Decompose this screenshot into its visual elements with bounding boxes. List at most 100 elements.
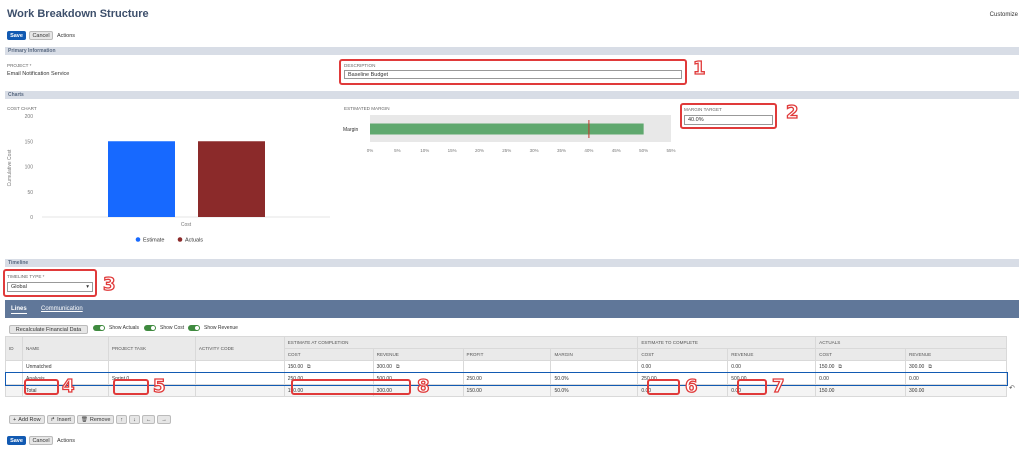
arrow-down-icon: ↓ [133, 416, 136, 423]
highlight-box-3 [3, 269, 97, 297]
indent-button[interactable]: → [157, 415, 171, 424]
eac-revenue-cell[interactable]: 300.00 ⧉ [372, 360, 464, 373]
etc-revenue-cell[interactable]: 0.00 [727, 360, 817, 373]
row-task-cell[interactable] [107, 360, 196, 373]
actions-menu-bottom[interactable]: Actions [57, 438, 75, 444]
row-id-cell [5, 360, 23, 373]
show-revenue-label: Show Revenue [204, 325, 238, 331]
x-tick-label: 30% [530, 148, 539, 153]
row-action-toolbar: + Add Row ↱ Insert 🗑 Remove ↑ ↓ ← → [9, 415, 171, 424]
annotation-number-4: 4 [61, 375, 75, 397]
show-actuals-toggle[interactable]: Show Actuals [93, 325, 139, 331]
tab-lines[interactable]: Lines [11, 306, 27, 314]
external-link-icon[interactable]: ⧉ [838, 364, 842, 370]
eac-revenue-value: 300.00 [376, 363, 392, 370]
outdent-button[interactable]: ← [141, 415, 156, 424]
y-tick-label: 50 [27, 190, 33, 196]
profit-cell: 150.00 [462, 384, 552, 397]
y-axis-label: Cumulative Cost [7, 149, 13, 186]
actuals-revenue-cell: 300.00 [905, 384, 1007, 397]
x-tick-label: 50% [639, 148, 648, 153]
x-tick-label: 0% [367, 148, 374, 153]
move-up-button[interactable]: ↑ [116, 415, 128, 424]
col-header-eac-revenue[interactable]: REVENUE [372, 348, 464, 361]
section-primary-info[interactable]: Primary Information [5, 47, 1019, 55]
annotation-number-3: 3 [102, 273, 116, 295]
external-link-icon[interactable]: ⧉ [307, 364, 311, 370]
actuals-revenue-cell: 300.00 ⧉ [905, 360, 1007, 373]
profit-cell: 250.00 [462, 372, 552, 385]
insert-button[interactable]: ↱ Insert [46, 415, 75, 424]
annotation-number-2: 2 [785, 101, 799, 123]
legend-label-estimate: Estimate [143, 238, 164, 244]
eac-cost-cell[interactable]: 150.00 ⧉ [283, 360, 374, 373]
project-value: Email Notification Service [7, 71, 70, 77]
col-header-activity-code[interactable]: ACTIVITY CODE [194, 336, 285, 361]
highlight-box-1 [339, 59, 687, 85]
move-down-button[interactable]: ↓ [129, 415, 140, 424]
legend-swatch-actuals [177, 237, 183, 242]
recalculate-button[interactable]: Recalculate Financial Data [9, 325, 88, 334]
row-activity-cell[interactable] [194, 372, 285, 385]
table-header-row: ID NAME PROJECT TASK ACTIVITY CODE ESTIM… [5, 336, 1007, 361]
col-header-id[interactable]: ID [5, 336, 23, 361]
row-activity-cell[interactable] [194, 360, 285, 373]
annotation-number-7: 7 [771, 375, 785, 397]
y-tick-label: 100 [25, 165, 34, 171]
margin-cell [550, 360, 639, 373]
x-tick-label: Cost [181, 222, 192, 228]
col-header-profit[interactable]: PROFIT [462, 348, 552, 361]
toggle-switch-icon [188, 325, 200, 331]
x-tick-label: 5% [394, 148, 401, 153]
y-tick-label: 200 [25, 114, 34, 120]
col-header-eac-cost[interactable]: COST [283, 348, 374, 361]
save-button-bottom[interactable]: Save [7, 436, 26, 445]
highlight-box-5 [113, 379, 149, 395]
toggle-switch-icon [93, 325, 105, 331]
col-header-actuals-cost[interactable]: COST [815, 348, 907, 361]
margin-cell: 50.0% [550, 384, 639, 397]
annotation-number-8: 8 [416, 375, 430, 397]
save-button[interactable]: Save [7, 31, 26, 40]
customize-link[interactable]: Customize [990, 12, 1018, 18]
show-revenue-toggle[interactable]: Show Revenue [188, 325, 238, 331]
add-row-label: Add Row [18, 416, 41, 423]
section-timeline[interactable]: Timeline [5, 259, 1019, 267]
insert-arrow-icon: ↱ [50, 416, 56, 423]
group-header-eac: ESTIMATE AT COMPLETION [283, 336, 639, 349]
add-row-button[interactable]: + Add Row [9, 415, 45, 424]
cancel-button-bottom[interactable]: Cancel [29, 436, 53, 445]
external-link-icon[interactable]: ⧉ [928, 364, 932, 370]
highlight-box-4 [24, 379, 59, 395]
cost-chart: 200 150 100 50 0 Cumulative Cost Cost Estimate A… [7, 114, 330, 244]
external-link-icon[interactable]: ⧉ [396, 364, 400, 370]
margin-bar [370, 123, 644, 135]
undo-row-icon[interactable]: ↶ [1009, 384, 1015, 392]
remove-button[interactable]: 🗑 Remove [76, 415, 115, 424]
col-header-etc-cost[interactable]: COST [637, 348, 729, 361]
section-charts[interactable]: Charts [5, 91, 1019, 99]
page-title: Work Breakdown Structure [7, 8, 149, 20]
etc-cost-cell[interactable]: 0.00 [637, 360, 729, 373]
highlight-box-8 [291, 379, 411, 395]
project-label: PROJECT * [7, 63, 32, 68]
annotation-number-1: 1 [692, 57, 706, 79]
group-header-actuals: ACTUALS [815, 336, 1007, 349]
col-header-name[interactable]: NAME [21, 336, 109, 361]
actions-menu[interactable]: Actions [57, 33, 75, 39]
highlight-box-6 [647, 379, 680, 395]
row-name-cell[interactable]: Unmatched [21, 360, 109, 373]
cancel-button[interactable]: Cancel [29, 31, 53, 40]
actuals-cost-value: 150.00 [819, 363, 835, 370]
table-row[interactable]: Unmatched 150.00 ⧉ 300.00 ⧉ 0.00 0.00 150.… [5, 360, 1007, 373]
tab-communication[interactable]: Communication [41, 306, 83, 312]
show-cost-toggle[interactable]: Show Cost [144, 325, 184, 331]
col-header-etc-revenue[interactable]: REVENUE [727, 348, 817, 361]
show-actuals-label: Show Actuals [109, 325, 140, 331]
col-header-project-task[interactable]: PROJECT TASK [107, 336, 196, 361]
x-tick-label: 15% [448, 148, 457, 153]
col-header-actuals-revenue[interactable]: REVENUE [905, 348, 1007, 361]
x-tick-label: 20% [475, 148, 484, 153]
col-header-margin[interactable]: MARGIN [550, 348, 639, 361]
row-id-cell [5, 384, 23, 397]
